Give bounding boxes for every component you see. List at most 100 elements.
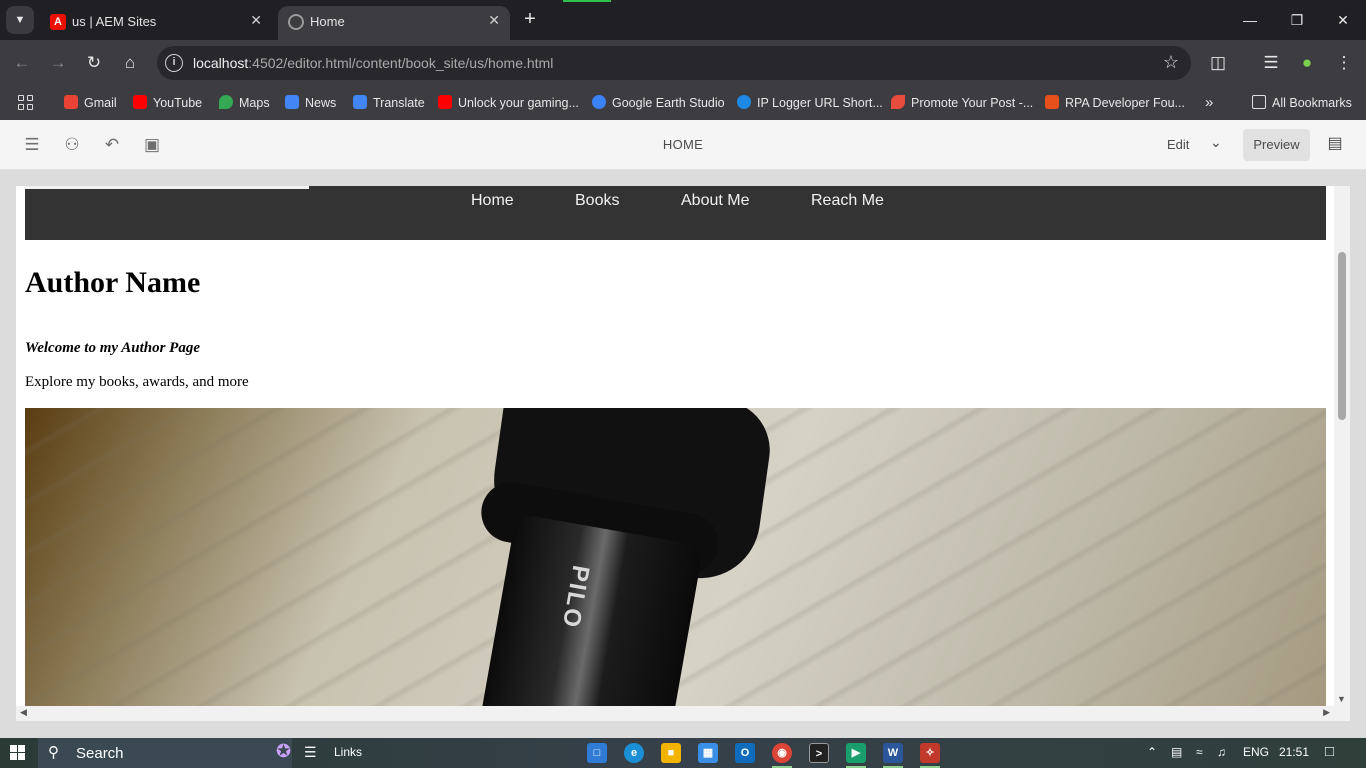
taskbar-search[interactable]: ⚲ Search ✪: [38, 738, 292, 768]
language-indicator[interactable]: ENG: [1243, 745, 1269, 759]
search-icon: ⚲: [48, 744, 59, 761]
reload-icon[interactable]: ↻: [81, 50, 107, 76]
tray-chevron-up-icon[interactable]: ⌃: [1147, 745, 1157, 759]
tab-home[interactable]: Home ✕: [278, 6, 510, 40]
nav-link-home[interactable]: Home: [471, 192, 514, 210]
planet-icon: ✪: [276, 741, 292, 761]
new-tab-button[interactable]: +: [518, 8, 542, 32]
vertical-scrollbar[interactable]: ▼: [1334, 186, 1350, 706]
clock[interactable]: 21:51: [1279, 745, 1309, 759]
bookmark-unlock-gaming[interactable]: Unlock your gaming...: [438, 93, 579, 113]
nav-link-books[interactable]: Books: [575, 192, 619, 210]
volume-icon[interactable]: ♫: [1217, 745, 1226, 759]
bookmark-news[interactable]: News: [285, 93, 336, 113]
links-toolbar[interactable]: Links: [334, 745, 362, 759]
aem-editor-toolbar: ☰ ⚇ ↶ ▣ HOME Edit ⌄ Preview ▤: [0, 120, 1366, 170]
tab-title: Home: [310, 14, 345, 29]
url-host: localhost: [193, 55, 249, 71]
bookmark-star-icon[interactable]: ☆: [1163, 52, 1179, 73]
bookmark-ip-logger[interactable]: IP Logger URL Short...: [737, 93, 883, 113]
browser-toolbar: ← → ↻ ⌂ i localhost:4502/editor.html/con…: [0, 40, 1366, 86]
tab-search-button[interactable]: ▼: [6, 6, 34, 34]
bookmark-maps[interactable]: Maps: [219, 93, 270, 113]
page-content-frame: Home Books About Me Reach Me Author Name…: [16, 186, 1350, 721]
notifications-icon[interactable]: □: [1325, 743, 1334, 760]
bookmarks-bar: Gmail YouTube Maps News Translate Unlock…: [0, 86, 1366, 120]
home-icon[interactable]: ⌂: [117, 50, 143, 76]
scroll-left-icon[interactable]: ◀: [20, 707, 27, 718]
tagline-text: Explore my books, awards, and more: [25, 374, 249, 390]
horizontal-scrollbar[interactable]: ◀ ▶: [16, 706, 1350, 721]
tab-title: us | AEM Sites: [72, 14, 157, 29]
browser-menu-icon[interactable]: ⋮: [1331, 50, 1357, 76]
apps-grid-icon[interactable]: [18, 95, 34, 111]
word-icon[interactable]: W: [883, 743, 903, 763]
nav-link-about-me[interactable]: About Me: [681, 192, 749, 210]
bookmark-label: YouTube: [153, 96, 203, 110]
remote-app-icon[interactable]: ▶: [846, 743, 866, 763]
more-bookmarks-button[interactable]: »: [1205, 93, 1213, 113]
bookmark-label: Promote Your Post -...: [911, 96, 1034, 110]
folder-icon: [1252, 95, 1266, 109]
close-tab-icon[interactable]: ✕: [488, 12, 500, 29]
restore-icon[interactable]: ❐: [1282, 8, 1312, 32]
meet-now-icon[interactable]: ▤: [1171, 745, 1182, 759]
page-title: HOME: [662, 137, 704, 152]
close-window-icon[interactable]: ✕: [1328, 8, 1358, 32]
chrome-icon[interactable]: ◉: [772, 743, 792, 763]
address-bar[interactable]: i localhost:4502/editor.html/content/boo…: [157, 46, 1191, 80]
gmail-icon: [64, 95, 78, 109]
terminal-icon[interactable]: >: [809, 743, 829, 763]
bookmark-label: News: [305, 96, 337, 110]
bookmark-label: All Bookmarks: [1272, 96, 1352, 110]
file-explorer-icon[interactable]: ■: [661, 743, 681, 763]
paint-app-icon[interactable]: ✧: [920, 743, 940, 763]
news-icon: [285, 95, 299, 109]
edge-icon[interactable]: e: [624, 743, 644, 763]
scroll-down-icon[interactable]: ▼: [1337, 694, 1346, 704]
extensions-icon[interactable]: ◫: [1205, 50, 1231, 76]
outlook-icon[interactable]: O: [735, 743, 755, 763]
scroll-right-icon[interactable]: ▶: [1323, 707, 1330, 718]
bookmark-youtube[interactable]: YouTube: [133, 93, 202, 113]
chevron-down-icon[interactable]: ⌄: [1210, 134, 1222, 151]
side-panel-icon[interactable]: ▤: [1324, 133, 1346, 155]
tab-group-indicator: [563, 0, 611, 2]
preview-button[interactable]: Preview: [1243, 129, 1310, 161]
site-navigation: Home Books About Me Reach Me: [25, 186, 1326, 240]
uipath-icon: [1045, 95, 1059, 109]
bookmark-promote-post[interactable]: Promote Your Post -...: [891, 93, 1033, 113]
close-tab-icon[interactable]: ✕: [250, 12, 262, 29]
media-controls-icon[interactable]: ☰: [1258, 50, 1284, 76]
search-label: Search: [76, 745, 124, 762]
forward-icon[interactable]: →: [45, 50, 71, 76]
all-bookmarks-folder[interactable]: All Bookmarks: [1252, 93, 1352, 113]
youtube-icon: [438, 95, 452, 109]
scrollbar-thumb[interactable]: [1338, 252, 1346, 420]
youtube-icon: [133, 95, 147, 109]
bookmark-google-earth-studio[interactable]: Google Earth Studio: [592, 93, 725, 113]
author-name-heading: Author Name: [25, 266, 201, 299]
minimize-icon[interactable]: —: [1235, 8, 1265, 32]
adobe-icon: A: [50, 14, 66, 30]
desktop-app-icon[interactable]: □: [587, 743, 607, 763]
nav-link-reach-me[interactable]: Reach Me: [811, 192, 884, 210]
back-icon[interactable]: ←: [9, 50, 35, 76]
mode-selector[interactable]: Edit: [1167, 137, 1189, 152]
earth-icon: [592, 95, 606, 109]
tab-aem-sites[interactable]: A us | AEM Sites ✕: [40, 6, 272, 40]
wifi-icon[interactable]: ≈: [1196, 745, 1203, 759]
store-icon[interactable]: ▦: [698, 743, 718, 763]
bookmark-gmail[interactable]: Gmail: [64, 93, 117, 113]
maps-icon: [219, 95, 233, 109]
bookmark-translate[interactable]: Translate: [353, 93, 425, 113]
windows-start-icon[interactable]: [10, 745, 26, 761]
site-info-icon[interactable]: i: [165, 54, 183, 72]
profile-avatar-icon[interactable]: ●: [1294, 50, 1320, 76]
bookmark-label: IP Logger URL Short...: [757, 96, 883, 110]
url-path: :4502/editor.html/content/book_site/us/h…: [248, 55, 554, 71]
url-text[interactable]: localhost:4502/editor.html/content/book_…: [193, 55, 553, 71]
widgets-icon[interactable]: ☰: [304, 744, 317, 761]
bookmark-label: Translate: [373, 96, 425, 110]
bookmark-rpa-developer[interactable]: RPA Developer Fou...: [1045, 93, 1185, 113]
